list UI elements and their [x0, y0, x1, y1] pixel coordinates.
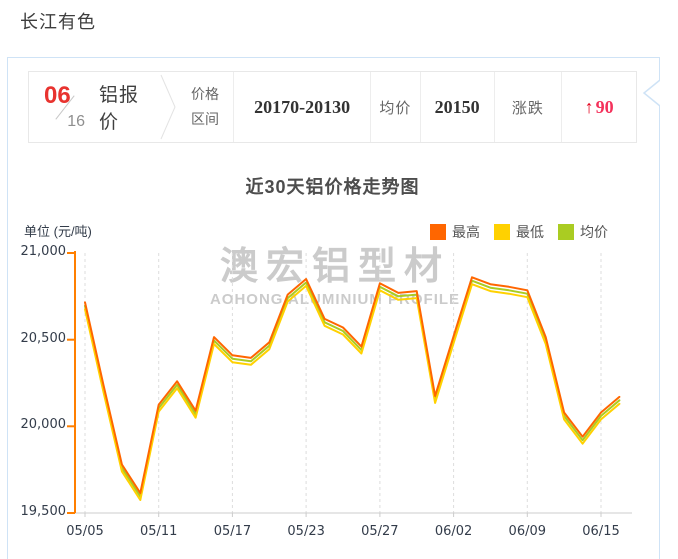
avg-value: 20150 [420, 72, 494, 142]
change-number: 90 [596, 97, 614, 118]
x-axis-label: 06/02 [424, 524, 484, 539]
legend-label: 最低 [516, 222, 544, 242]
series-line-avg [85, 281, 619, 497]
legend-label: 均价 [580, 222, 608, 242]
y-axis-label: 19,500 [8, 504, 66, 519]
x-axis-label: 05/27 [350, 524, 410, 539]
quote-date: 06 16 [43, 85, 87, 129]
chevron-right-icon [159, 72, 177, 142]
range-label: 价格 区间 [177, 72, 234, 142]
legend-item-low[interactable]: 最低 [494, 222, 544, 242]
chart-title: 近30天铝价格走势图 [7, 173, 658, 199]
quote-date-day: 16 [67, 113, 85, 131]
x-axis-label: 06/15 [571, 524, 631, 539]
series-line-high [85, 277, 619, 493]
range-value: 20170-20130 [233, 72, 370, 142]
product-name: 铝报价 [99, 80, 159, 134]
change-value: ↑ 90 [561, 72, 636, 142]
quote-bar: 06 16 铝报价 价格 区间 20170-20130 均价 20150 涨跌 … [28, 71, 637, 143]
legend-swatch-icon [494, 224, 510, 240]
quote-date-cell: 06 16 铝报价 [29, 72, 159, 142]
up-arrow-icon: ↑ [585, 97, 594, 118]
legend-item-avg[interactable]: 均价 [558, 222, 608, 242]
x-axis-label: 05/17 [202, 524, 262, 539]
legend-item-high[interactable]: 最高 [430, 222, 480, 242]
x-axis-label: 05/05 [55, 524, 115, 539]
chart-unit-label: 单位 (元/吨) [24, 221, 92, 240]
panel-collapse-chevron-icon[interactable] [638, 78, 660, 108]
range-label-line1: 价格 [191, 82, 219, 107]
x-axis-label: 06/09 [497, 524, 557, 539]
y-axis-label: 20,500 [8, 331, 66, 346]
legend-label: 最高 [452, 222, 480, 242]
legend-swatch-icon [558, 224, 574, 240]
y-axis-label: 21,000 [8, 244, 66, 259]
chart-legend: 最高 最低 均价 [430, 222, 608, 242]
legend-swatch-icon [430, 224, 446, 240]
series-line-low [85, 284, 619, 500]
y-axis-label: 20,000 [8, 417, 66, 432]
page: 长江有色 06 16 铝报价 价格 区间 20170-20130 均价 2015… [0, 0, 678, 559]
x-axis-label: 05/11 [129, 524, 189, 539]
x-axis-label: 05/23 [276, 524, 336, 539]
range-label-line2: 区间 [191, 107, 219, 132]
avg-label: 均价 [370, 72, 420, 142]
change-label: 涨跌 [494, 72, 562, 142]
